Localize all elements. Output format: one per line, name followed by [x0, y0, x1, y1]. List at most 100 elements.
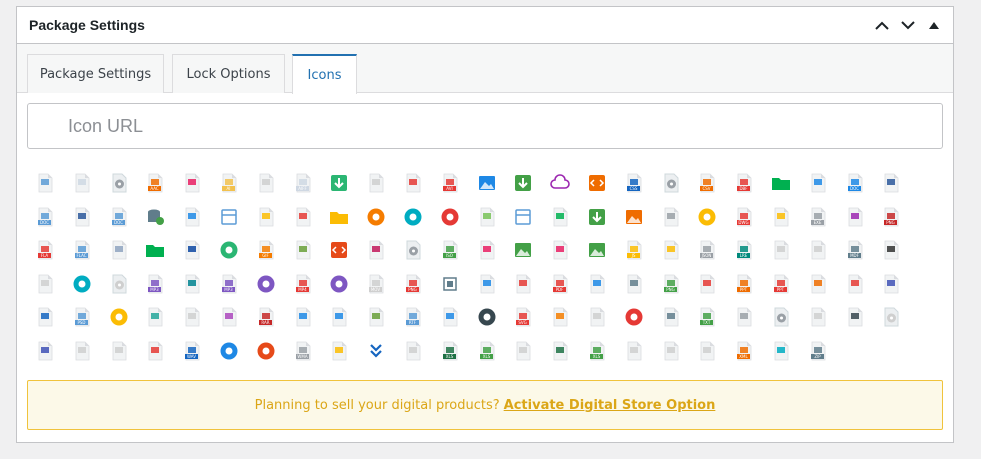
file-type-icon[interactable] [109, 173, 129, 193]
file-type-icon[interactable] [661, 307, 681, 327]
file-type-icon[interactable] [329, 274, 349, 294]
file-type-icon[interactable]: TXT [697, 307, 717, 327]
file-type-icon[interactable] [256, 173, 276, 193]
file-type-icon[interactable]: PPT [734, 274, 754, 294]
file-type-icon[interactable] [881, 307, 901, 327]
file-type-icon[interactable] [440, 274, 460, 294]
file-type-icon[interactable] [182, 307, 202, 327]
file-type-icon[interactable]: CSS [624, 173, 644, 193]
file-type-icon[interactable] [808, 173, 828, 193]
file-type-icon[interactable] [182, 240, 202, 260]
file-type-icon[interactable] [72, 274, 92, 294]
file-type-icon[interactable] [256, 274, 276, 294]
file-type-icon[interactable]: MP3 [219, 274, 239, 294]
file-type-icon[interactable] [881, 240, 901, 260]
file-type-icon[interactable]: GIF [256, 240, 276, 260]
file-type-icon[interactable]: WMA [293, 341, 313, 361]
file-type-icon[interactable] [513, 207, 533, 227]
file-type-icon[interactable]: AIFF [293, 173, 313, 193]
file-type-icon[interactable]: PDF [550, 274, 570, 294]
file-type-icon[interactable] [366, 240, 386, 260]
file-type-icon[interactable] [403, 240, 423, 260]
file-type-icon[interactable] [145, 207, 165, 227]
file-type-icon[interactable] [587, 173, 607, 193]
file-type-icon[interactable]: DWG [734, 207, 754, 227]
file-type-icon[interactable]: XLS [587, 341, 607, 361]
file-type-icon[interactable]: DOC [35, 207, 55, 227]
file-type-icon[interactable]: XLS [477, 341, 497, 361]
file-type-icon[interactable]: DOC [109, 207, 129, 227]
file-type-icon[interactable] [72, 341, 92, 361]
file-type-icon[interactable]: FLA [35, 240, 55, 260]
file-type-icon[interactable] [881, 173, 901, 193]
file-type-icon[interactable] [219, 341, 239, 361]
file-type-icon[interactable] [771, 207, 791, 227]
file-type-icon[interactable] [697, 341, 717, 361]
file-type-icon[interactable] [661, 173, 681, 193]
file-type-icon[interactable]: DOC [845, 173, 865, 193]
file-type-icon[interactable] [440, 207, 460, 227]
file-type-icon[interactable]: WAV [182, 341, 202, 361]
file-type-icon[interactable] [881, 274, 901, 294]
file-type-icon[interactable] [771, 240, 791, 260]
file-type-icon[interactable]: JSON [697, 240, 717, 260]
file-type-icon[interactable]: CSV [697, 173, 717, 193]
file-type-icon[interactable] [845, 274, 865, 294]
file-type-icon[interactable] [145, 307, 165, 327]
file-type-icon[interactable] [734, 307, 754, 327]
activate-digital-store-link[interactable]: Activate Digital Store Option [504, 398, 716, 413]
file-type-icon[interactable] [403, 207, 423, 227]
file-type-icon[interactable] [513, 274, 533, 294]
file-type-icon[interactable] [35, 274, 55, 294]
file-type-icon[interactable] [808, 274, 828, 294]
file-type-icon[interactable] [293, 307, 313, 327]
file-type-icon[interactable]: ZIP [808, 341, 828, 361]
file-type-icon[interactable] [182, 274, 202, 294]
file-type-icon[interactable] [513, 341, 533, 361]
file-type-icon[interactable] [477, 207, 497, 227]
file-type-icon[interactable] [72, 173, 92, 193]
file-type-icon[interactable] [808, 307, 828, 327]
file-type-icon[interactable]: PNG [661, 274, 681, 294]
file-type-icon[interactable] [329, 207, 349, 227]
file-type-icon[interactable] [403, 173, 423, 193]
file-type-icon[interactable] [109, 274, 129, 294]
tab-icons[interactable]: Icons [292, 54, 357, 94]
file-type-icon[interactable]: MP3 [145, 274, 165, 294]
file-type-icon[interactable] [109, 240, 129, 260]
file-type-icon[interactable] [808, 240, 828, 260]
file-type-icon[interactable]: MP4 [293, 274, 313, 294]
file-type-icon[interactable] [219, 307, 239, 327]
file-type-icon[interactable]: LRE [734, 240, 754, 260]
toggle-panel-button[interactable] [925, 16, 943, 34]
file-type-icon[interactable] [329, 307, 349, 327]
file-type-icon[interactable] [513, 240, 533, 260]
file-type-icon[interactable] [329, 173, 349, 193]
file-type-icon[interactable] [587, 307, 607, 327]
file-type-icon[interactable] [513, 173, 533, 193]
file-type-icon[interactable] [293, 207, 313, 227]
file-type-icon[interactable] [477, 307, 497, 327]
file-type-icon[interactable] [550, 173, 570, 193]
file-type-icon[interactable] [35, 173, 55, 193]
file-type-icon[interactable]: MDF [845, 240, 865, 260]
file-type-icon[interactable] [550, 207, 570, 227]
tab-lock-options[interactable]: Lock Options [172, 54, 285, 93]
file-type-icon[interactable]: MOV [366, 274, 386, 294]
file-type-icon[interactable] [35, 307, 55, 327]
file-type-icon[interactable] [329, 240, 349, 260]
icon-url-input[interactable] [27, 103, 943, 149]
file-type-icon[interactable] [477, 274, 497, 294]
file-type-icon[interactable] [109, 341, 129, 361]
file-type-icon[interactable]: RAR [256, 307, 276, 327]
file-type-icon[interactable]: EXE [808, 207, 828, 227]
file-type-icon[interactable] [587, 240, 607, 260]
file-type-icon[interactable] [477, 240, 497, 260]
file-type-icon[interactable]: AVI [440, 173, 460, 193]
file-type-icon[interactable] [771, 173, 791, 193]
file-type-icon[interactable] [403, 341, 423, 361]
file-type-icon[interactable] [697, 274, 717, 294]
file-type-icon[interactable] [477, 173, 497, 193]
tab-package-settings[interactable]: Package Settings [27, 54, 164, 93]
file-type-icon[interactable] [661, 341, 681, 361]
